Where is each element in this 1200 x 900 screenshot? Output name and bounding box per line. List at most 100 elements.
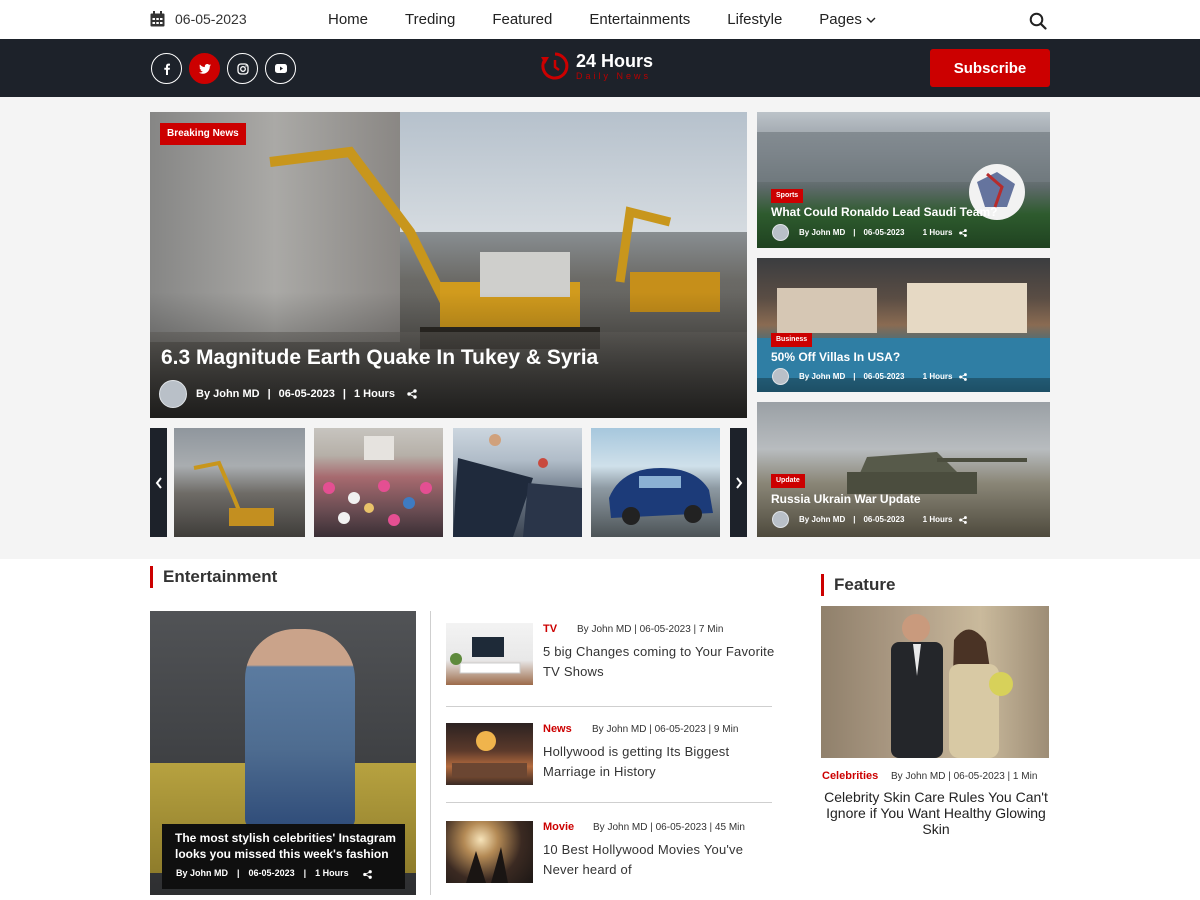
side-article-sports[interactable]: Sports What Could Ronaldo Lead Saudi Tea… xyxy=(757,112,1050,248)
entertainment-main-title[interactable]: The most stylish celebrities' Instagram … xyxy=(175,830,400,862)
thumbnail-protest[interactable] xyxy=(314,428,443,537)
meta-separator: | xyxy=(303,868,307,878)
hero-author[interactable]: By John MD xyxy=(196,388,260,400)
item-title[interactable]: 5 big Changes coming to Your Favorite TV… xyxy=(543,642,779,682)
tv-image xyxy=(450,637,521,674)
category-news[interactable]: News xyxy=(543,723,572,735)
thumb-excavator-image xyxy=(193,460,274,526)
entertainment-main-article[interactable]: The most stylish celebrities' Instagram … xyxy=(150,611,416,895)
entertainment-list-item[interactable]: TV By John MD | 06-05-2023 | 7 Min 5 big… xyxy=(446,623,774,693)
category-tv[interactable]: TV xyxy=(543,623,557,635)
hero-meta: By John MD | 06-05-2023 | 1 Hours xyxy=(159,380,417,408)
share-icon[interactable] xyxy=(959,372,968,381)
side-date: 06-05-2023 xyxy=(863,515,905,524)
entertainment-list-item[interactable]: Movie By John MD | 06-05-2023 | 45 Min 1… xyxy=(446,821,772,891)
thumb-solar-panel-image xyxy=(453,434,582,537)
feature-title[interactable]: Celebrity Skin Care Rules You Can't Igno… xyxy=(816,789,1056,837)
business-badge[interactable]: Business xyxy=(771,333,813,347)
top-bar: 06-05-2023 Home Treding Featured Enterta… xyxy=(0,0,1200,39)
feature-image[interactable] xyxy=(821,606,1049,758)
nav-pages-label: Pages xyxy=(819,11,862,28)
feature-meta: By John MD | 06-05-2023 | 1 Min xyxy=(891,771,1038,782)
item-meta: By John MD | 06-05-2023 | 45 Min xyxy=(593,822,745,833)
share-icon[interactable] xyxy=(959,228,968,237)
meta-separator: | xyxy=(853,372,856,381)
side-meta-business: By John MD | 06-05-2023 | 1 Hours xyxy=(772,368,968,385)
entertainment-main-meta: By John MD | 06-05-2023 | 1 Hours xyxy=(176,868,372,879)
ent-author[interactable]: By John MD xyxy=(176,868,228,879)
thumbnail-car[interactable] xyxy=(591,428,720,537)
hero-title[interactable]: 6.3 Magnitude Earth Quake In Tukey & Syr… xyxy=(161,346,598,370)
subscribe-button[interactable]: Subscribe xyxy=(930,49,1050,87)
couple-image xyxy=(821,606,1049,758)
nav-pages[interactable]: Pages xyxy=(819,11,876,28)
share-icon[interactable] xyxy=(407,389,417,399)
side-title-business[interactable]: 50% Off Villas In USA? xyxy=(771,350,900,364)
nav-home[interactable]: Home xyxy=(328,11,368,28)
ent-date: 06-05-2023 xyxy=(248,868,295,878)
side-title-update[interactable]: Russia Ukrain War Update xyxy=(771,492,921,506)
side-title-sports[interactable]: What Could Ronaldo Lead Saudi Team? xyxy=(771,205,997,219)
list-divider xyxy=(446,802,772,803)
column-divider xyxy=(430,611,431,895)
side-date: 06-05-2023 xyxy=(863,228,905,237)
side-author[interactable]: By John MD xyxy=(799,372,845,381)
category-movie[interactable]: Movie xyxy=(543,821,574,833)
sports-badge[interactable]: Sports xyxy=(771,189,804,203)
facebook-button[interactable] xyxy=(151,53,182,84)
side-meta-sports: By John MD | 06-05-2023 | 1 Hours xyxy=(772,224,968,241)
thumbnail-carousel xyxy=(150,428,747,537)
site-logo[interactable]: 24 Hours Daily News xyxy=(540,51,653,81)
twitter-button[interactable] xyxy=(189,53,220,84)
breaking-news-badge[interactable]: Breaking News xyxy=(160,123,246,145)
item-title[interactable]: Hollywood is getting Its Biggest Marriag… xyxy=(543,742,779,782)
thumbnail-earthquake[interactable] xyxy=(174,428,305,537)
logo-text: 24 Hours Daily News xyxy=(576,51,653,81)
logo-subtitle: Daily News xyxy=(576,71,652,81)
restaurant-image xyxy=(446,723,533,785)
side-article-business[interactable]: Business 50% Off Villas In USA? By John … xyxy=(757,258,1050,392)
social-links xyxy=(151,53,296,84)
instagram-icon xyxy=(236,62,249,75)
chandelier-image xyxy=(452,731,527,777)
heading-accent xyxy=(821,574,824,596)
meta-separator: | xyxy=(853,515,856,524)
date-display: 06-05-2023 xyxy=(150,11,247,27)
item-title[interactable]: 10 Best Hollywood Movies You've Never he… xyxy=(543,840,779,880)
twitter-icon xyxy=(198,63,211,74)
logo-title: 24 Hours xyxy=(576,51,654,71)
side-author[interactable]: By John MD xyxy=(799,228,845,237)
entertainment-list-item[interactable]: News By John MD | 06-05-2023 | 9 Min Hol… xyxy=(446,723,772,793)
youtube-button[interactable] xyxy=(265,53,296,84)
side-author[interactable]: By John MD xyxy=(799,515,845,524)
thumb-car-image xyxy=(609,468,713,525)
nav-featured[interactable]: Featured xyxy=(492,11,552,28)
side-date: 06-05-2023 xyxy=(863,372,905,381)
hero-date: 06-05-2023 xyxy=(278,388,335,400)
chevron-down-icon xyxy=(866,17,876,23)
hero-article[interactable]: Breaking News 6.3 Magnitude Earth Quake … xyxy=(150,112,747,418)
feature-category[interactable]: Celebrities xyxy=(822,770,878,782)
meta-separator: | xyxy=(267,388,271,400)
update-badge[interactable]: Update xyxy=(771,474,805,488)
carousel-next-button[interactable] xyxy=(730,428,747,537)
nav-trending[interactable]: Treding xyxy=(405,11,455,28)
share-icon[interactable] xyxy=(959,515,968,524)
side-meta-update: By John MD | 06-05-2023 | 1 Hours xyxy=(772,511,968,528)
meta-separator: | xyxy=(853,228,856,237)
author-avatar xyxy=(772,511,789,528)
clock-logo-icon xyxy=(541,52,569,80)
nav-lifestyle[interactable]: Lifestyle xyxy=(727,11,782,28)
thumb-crowd-image xyxy=(323,436,432,526)
thumbnail-solar[interactable] xyxy=(453,428,582,537)
feature-heading: Feature xyxy=(821,574,895,596)
entertainment-main-caption: The most stylish celebrities' Instagram … xyxy=(162,824,405,889)
share-icon[interactable] xyxy=(362,870,372,879)
search-icon[interactable] xyxy=(1029,12,1047,30)
side-article-update[interactable]: Update Russia Ukrain War Update By John … xyxy=(757,402,1050,537)
side-time: 1 Hours xyxy=(922,515,953,524)
entertainment-heading: Entertainment xyxy=(150,566,277,588)
carousel-prev-button[interactable] xyxy=(150,428,167,537)
nav-entertainments[interactable]: Entertainments xyxy=(589,11,690,28)
instagram-button[interactable] xyxy=(227,53,258,84)
